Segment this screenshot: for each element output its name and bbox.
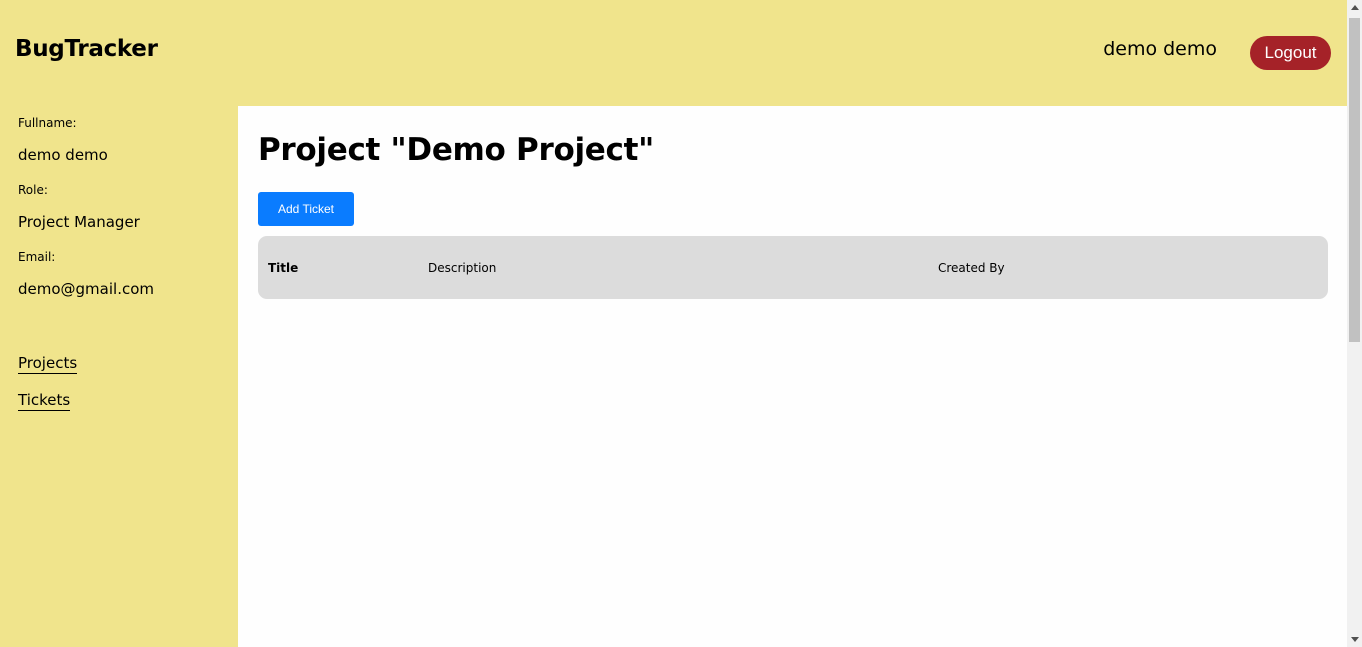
- role-value: Project Manager: [18, 213, 140, 231]
- column-header-description[interactable]: Description: [428, 261, 496, 275]
- fullname-label: Fullname:: [18, 116, 77, 130]
- logout-button[interactable]: Logout: [1250, 36, 1331, 70]
- tickets-table-header: Title Description Created By: [258, 236, 1328, 299]
- page: BugTracker demo demo Logout Fullname: de…: [0, 0, 1362, 647]
- scrollbar-thumb[interactable]: [1349, 18, 1360, 342]
- email-label: Email:: [18, 250, 56, 264]
- sidebar-item-projects[interactable]: Projects: [18, 354, 78, 374]
- sidebar-item-tickets[interactable]: Tickets: [18, 391, 71, 411]
- scroll-up-arrow-icon[interactable]: [1351, 5, 1359, 10]
- top-header: BugTracker demo demo Logout: [0, 0, 1347, 106]
- column-header-title[interactable]: Title: [268, 261, 298, 275]
- header-user-name: demo demo: [1103, 38, 1217, 60]
- vertical-scrollbar[interactable]: [1347, 0, 1362, 647]
- main-content: Project "Demo Project" Add Ticket Title …: [238, 106, 1347, 647]
- page-title: Project "Demo Project": [258, 132, 654, 168]
- email-value: demo@gmail.com: [18, 280, 155, 298]
- sidebar: Fullname: demo demo Role: Project Manage…: [0, 106, 238, 647]
- role-label: Role:: [18, 183, 48, 197]
- column-header-created-by[interactable]: Created By: [938, 261, 1005, 275]
- add-ticket-button[interactable]: Add Ticket: [258, 192, 354, 226]
- app-brand[interactable]: BugTracker: [15, 36, 158, 62]
- scroll-down-arrow-icon[interactable]: [1351, 637, 1359, 642]
- fullname-value: demo demo: [18, 146, 108, 164]
